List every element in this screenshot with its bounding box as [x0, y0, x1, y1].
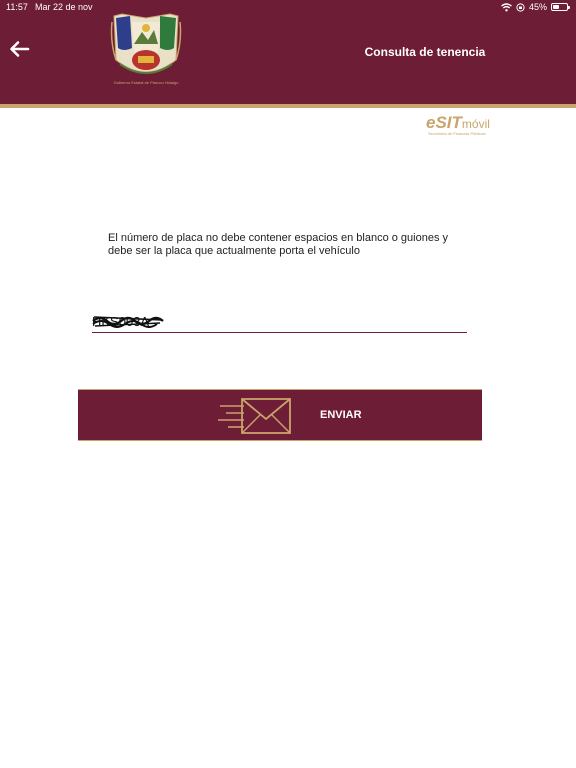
battery-tip — [568, 6, 570, 9]
plate-instructions: El número de placa no debe contener espa… — [108, 232, 449, 257]
status-bar: 11:57 Mar 22 de nov 45% — [0, 0, 576, 16]
battery-icon — [551, 3, 570, 11]
plate-number-field[interactable] — [92, 308, 467, 333]
brand-movil: móvil — [461, 117, 490, 131]
logo-caption: Gobierno Estatal de Pánuco Hidalgo — [113, 80, 179, 85]
status-time: 11:57 — [6, 2, 28, 12]
arrow-left-icon — [10, 41, 30, 57]
status-indicators: 45% — [501, 2, 570, 12]
wifi-icon — [501, 2, 512, 11]
brand-sit: SIT — [435, 113, 462, 132]
plate-number-input[interactable] — [92, 312, 467, 330]
battery-fill — [553, 5, 559, 9]
send-button[interactable]: ENVIAR — [78, 389, 482, 441]
orientation-lock-icon — [516, 2, 525, 12]
status-date: Mar 22 de nov — [35, 2, 93, 12]
envelope-send-icon — [218, 398, 291, 434]
app-header: 11:57 Mar 22 de nov 45% Gobierno Estatal… — [0, 0, 576, 108]
esit-movil-brand-logo: eSITmóvil Secretaría de Finanzas Pública… — [426, 114, 496, 138]
page-title: Consulta de tenencia — [364, 45, 486, 59]
brand-subtitle: Secretaría de Finanzas Públicas — [428, 131, 486, 136]
back-button[interactable] — [8, 38, 32, 60]
send-button-label: ENVIAR — [320, 409, 362, 421]
battery-percent: 45% — [528, 2, 547, 12]
